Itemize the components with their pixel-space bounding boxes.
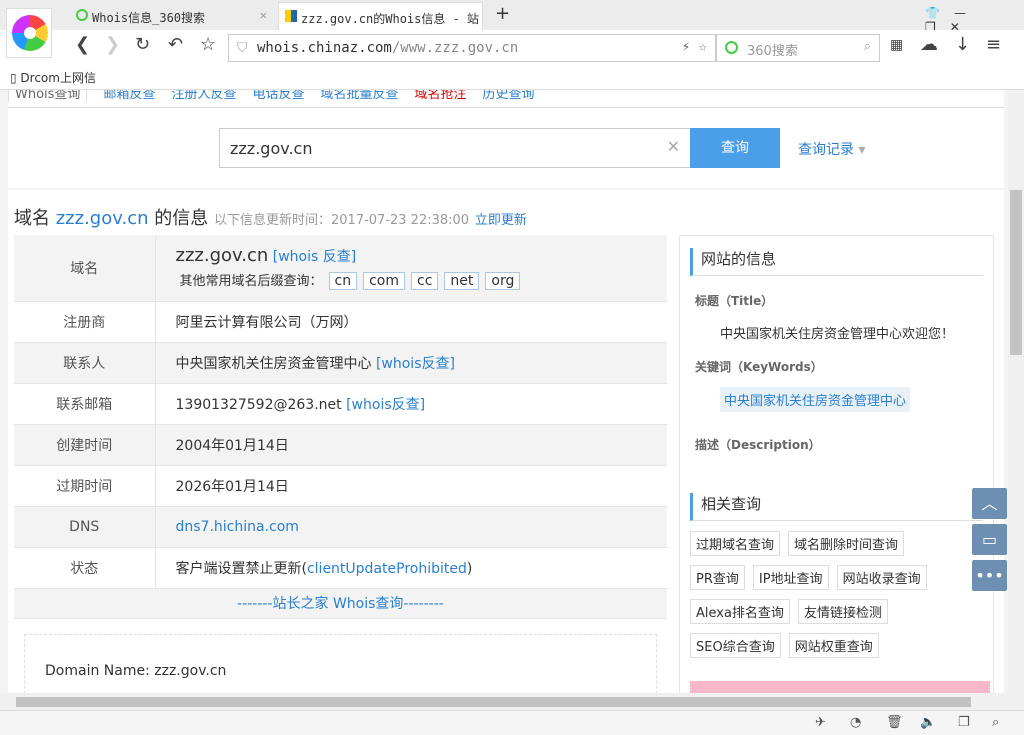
table-row: 联系邮箱 13901327592@263.net [whois反查] [14,383,667,425]
nav-tabs: Whois查询 邮箱反查 注册人反查 电话反查 域名批量反查 域名抢注 历史查询 [8,90,1004,108]
tab-whois[interactable]: zzz.gov.cn的Whois信息 - 站 ✕ [278,2,483,30]
close-tab-icon[interactable]: ✕ [260,8,267,22]
update-now-link[interactable]: 立即更新 [475,213,527,228]
more-button[interactable]: ••• [972,560,1007,591]
menu-icon[interactable]: ≡ [986,34,1001,55]
download-icon[interactable]: ↓ [955,34,970,55]
reload-icon[interactable]: ↻ [135,34,150,55]
suffix-cn[interactable]: cn [328,272,358,291]
table-row: DNS dns7.hichina.com [14,506,667,548]
nav-email[interactable]: 邮箱反查 [103,90,155,102]
search-icon[interactable]: ⌕ [864,39,871,54]
trash-icon[interactable]: 🗑 [886,715,903,730]
table-row: 状态 客户端设置禁止更新(clientUpdateProhibited) [14,547,667,589]
back-icon[interactable]: ❮ [75,34,90,55]
nav-phone[interactable]: 电话反查 [252,90,304,102]
cloud-icon[interactable]: ☁ [920,34,938,55]
suffix-net[interactable]: net [444,272,480,291]
zoom-icon[interactable]: ⌕ [992,715,999,730]
site-info-title: 网站的信息 [690,248,983,276]
status-bar: ✈ ◔ 🗑 🔈 ❐ ⌕ [0,710,1024,735]
pin-icon[interactable]: ✈ [815,715,826,730]
search-placeholder: 360搜索 [747,44,798,59]
suffix-cc[interactable]: cc [411,272,439,291]
nav-batch[interactable]: 域名批量反查 [320,90,398,102]
bookmarks-bar: ▯ Drcom上网信 [0,65,1024,90]
bookmark-item[interactable]: Drcom上网信 [20,71,96,85]
suffix-org[interactable]: org [485,272,521,291]
360-icon [725,41,738,54]
table-row: 创建时间 2004年01月14日 [14,424,667,466]
domain-search-input[interactable]: zzz.gov.cn ✕ [219,128,691,168]
related-title: 相关查询 [690,493,983,521]
whois-reverse-link[interactable]: [whois反查] [346,397,425,413]
vertical-scrollbar[interactable] [1008,90,1024,693]
address-bar[interactable]: ⛉ whois.chinaz.com/www.zzz.gov.cn ⚡ ☆ [228,34,716,62]
tab-title: Whois信息_360搜索 [92,11,206,25]
nav-snap[interactable]: 域名抢注 [415,90,467,102]
bookmark-star-icon[interactable]: ⚡ ☆ [682,39,707,55]
speed-icon[interactable]: ◔ [850,715,861,730]
url-path: /www.zzz.gov.cn [391,40,519,56]
nav-history[interactable]: 历史查询 [483,90,535,102]
chinaz-icon [285,10,297,22]
toolbar: ❮ ❯ ↻ ↶ ☆ ⛉ whois.chinaz.com/www.zzz.gov.… [0,30,1024,65]
table-row: 注册商 阿里云计算有限公司（万网） [14,301,667,343]
apps-icon[interactable]: ▦ [890,37,903,53]
raw-whois: Domain Name: zzz.gov.cn [24,633,657,693]
history-dropdown[interactable]: 查询记录 ▾ [798,139,865,159]
star-icon[interactable]: ☆ [200,34,216,55]
url-host: whois.chinaz.com [257,40,392,56]
whois-reverse-link[interactable]: [whois 反查] [273,249,356,265]
main-panel: 域名 zzz.gov.cn 的信息 以下信息更新时间：2017-07-23 22… [8,190,1004,693]
caret-down-icon: ▾ [854,142,866,158]
whois-reverse-link[interactable]: [whois反查] [376,356,455,372]
horizontal-scroll-thumb[interactable] [16,697,971,707]
360-search-icon [76,9,88,21]
page-icon: ▯ [10,71,21,85]
table-row: 联系人 中央国家机关住房资金管理中心 [whois反查] [14,342,667,384]
page-content: Whois查询 邮箱反查 注册人反查 电话反查 域名批量反查 域名抢注 历史查询 zzz.g… [0,90,1008,693]
search-360-input[interactable]: 360搜索 ⌕ [716,34,880,62]
tab-title: zzz.gov.cn的Whois信息 - 站 [301,12,480,26]
shield-icon: ⛉ [237,40,248,56]
search-button[interactable]: 查询 [690,128,780,168]
feedback-button[interactable]: ▭ [972,524,1007,555]
nav-registrant[interactable]: 注册人反查 [171,90,236,102]
whois-table: 域名 zzz.gov.cn [whois 反查] 其他常用域名后缀查询： cn com c… [14,235,667,693]
keyword-tag[interactable]: 中央国家机关住房资金管理中心 [720,387,911,412]
suffix-com[interactable]: com [363,272,405,291]
sound-icon[interactable]: 🔈 [920,715,936,730]
ad-banner[interactable] [690,681,990,693]
table-row: 域名 zzz.gov.cn [whois 反查] 其他常用域名后缀查询： cn com c… [14,235,667,302]
whois-footer: -------站长之家 Whois查询-------- [14,588,667,619]
side-panel: 网站的信息 标题（Title） 中央国家机关住房资金管理中心欢迎您！ 关键词（K… [679,235,994,693]
back-to-top-button[interactable]: ︿ [972,488,1007,519]
nav-whois[interactable]: Whois查询 [8,90,88,102]
search-area: zzz.gov.cn ✕ 查询 查询记录 ▾ [8,108,1004,188]
new-tab-button[interactable]: + [495,3,510,24]
page-title: 域名 zzz.gov.cn 的信息 以下信息更新时间：2017-07-23 22… [14,208,527,229]
table-row: 过期时间 2026年01月14日 [14,465,667,507]
tab-bar: Whois信息_360搜索 ✕ zzz.gov.cn的Whois信息 - 站 ✕ +… [0,0,1024,34]
clear-icon[interactable]: ✕ [667,137,680,156]
tab-360-search[interactable]: Whois信息_360搜索 ✕ [70,2,275,30]
undo-icon[interactable]: ↶ [168,34,183,55]
related-links: 过期域名查询 域名删除时间查询 PR查询 IP地址查询 网站收录查询 Alexa排名查询友… [690,531,993,667]
vertical-scroll-thumb[interactable] [1010,190,1022,355]
close-tab-icon[interactable]: ✕ [467,9,474,23]
browser-logo[interactable] [6,8,52,58]
window-icon[interactable]: ❐ [958,715,970,730]
forward-icon[interactable]: ❯ [105,34,120,55]
